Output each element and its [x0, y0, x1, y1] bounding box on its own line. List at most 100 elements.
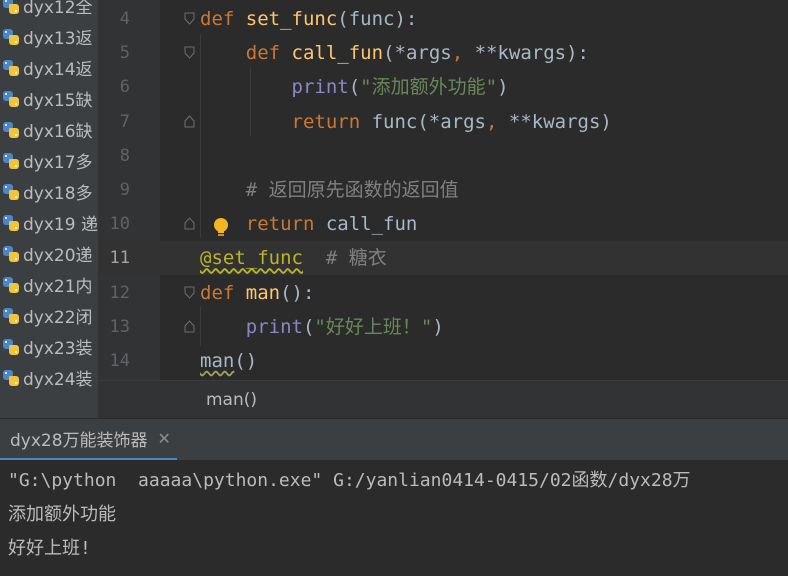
python-file-icon: [2, 121, 20, 139]
code-line[interactable]: 4 def set_func(func):: [98, 2, 788, 36]
code-line[interactable]: 5 def call_fun(*args, **kwargs):: [98, 36, 788, 70]
python-file-icon: [2, 338, 20, 356]
line-number: 13: [109, 316, 130, 337]
code-editor[interactable]: 4 def set_func(func): 5 def call_fun(*args…: [98, 0, 788, 380]
code-line[interactable]: 10 return call_fun: [98, 207, 788, 241]
tree-item-label: dyx21内: [23, 277, 93, 297]
tree-item[interactable]: dyx20递: [0, 238, 98, 269]
code-line[interactable]: 12 def man():: [98, 276, 788, 310]
code-token: ,: [486, 110, 509, 133]
project-tree: dyx12全 dyx13返 dyx14返 dyx15缺 dyx16缺 dyx17多 dyx1…: [0, 0, 98, 418]
line-number: 14: [109, 351, 130, 371]
line-number: 6: [119, 77, 130, 98]
tree-item[interactable]: dyx15缺: [0, 83, 98, 114]
breadcrumb-item[interactable]: man(): [206, 390, 257, 410]
fold-marker-icon[interactable]: [184, 114, 195, 128]
tree-item-label: dyx13返: [23, 29, 93, 49]
python-file-icon: [2, 245, 20, 263]
tree-item-label: dyx15缺: [23, 91, 93, 111]
code-token: func(*args: [360, 110, 486, 133]
code-token: "好好上班！": [314, 315, 433, 338]
fold-marker-icon[interactable]: [184, 217, 195, 230]
code-token: @set_func: [200, 247, 303, 270]
line-number: 10: [109, 214, 130, 235]
tree-item[interactable]: dyx22闭: [0, 300, 98, 331]
code-token: ): [432, 315, 444, 338]
tree-item-label: dyx17多: [23, 153, 93, 173]
code-line[interactable]: 13 print("好好上班！"): [98, 310, 788, 344]
line-number: 11: [109, 248, 130, 269]
tree-item[interactable]: dyx23装: [0, 331, 98, 362]
code-token: return: [291, 110, 361, 133]
code-token: **kwargs):: [474, 42, 589, 65]
code-token: return: [245, 213, 315, 236]
fold-marker-icon[interactable]: [184, 286, 195, 299]
tree-item-label: dyx23装: [23, 339, 93, 359]
code-token: ): [497, 76, 509, 99]
run-tab-label: dyx28万能装饰器: [10, 431, 148, 451]
code-text: man(): [200, 344, 257, 378]
code-token: "添加额外功能": [360, 76, 498, 99]
code-line[interactable]: 8: [98, 139, 788, 173]
code-token: # 返回原先函数的返回值: [245, 179, 459, 201]
close-icon[interactable]: ✕: [158, 429, 171, 448]
code-text: # 返回原先函数的返回值: [200, 173, 459, 207]
code-token: def: [200, 8, 235, 30]
code-token: **kwargs): [508, 110, 612, 133]
code-token: (: [348, 76, 361, 99]
tree-item[interactable]: dyx21内: [0, 269, 98, 300]
code-token: call_fun: [314, 213, 418, 236]
tree-item-label: dyx19 递: [23, 215, 98, 235]
python-file-icon: [2, 307, 20, 325]
python-file-icon: [2, 90, 20, 108]
line-number: 7: [119, 111, 130, 132]
tree-item[interactable]: dyx13返: [0, 21, 98, 52]
python-file-icon: [2, 0, 20, 15]
code-line[interactable]: 11 @set_func # 糖衣: [98, 241, 788, 276]
run-console[interactable]: "G:\python aaaaa\python.exe" G:/yanlian0…: [0, 460, 788, 576]
code-text: def set_func(func):: [200, 2, 417, 36]
code-token: def: [245, 42, 281, 65]
code-line[interactable]: 7 return func(*args, **kwargs): [98, 105, 788, 139]
python-file-icon: [2, 59, 20, 77]
code-token: man: [200, 350, 235, 372]
line-number: 8: [119, 145, 130, 166]
tree-item-label: dyx22闭: [23, 308, 93, 328]
code-text: @set_func # 糖衣: [200, 241, 387, 275]
fold-marker-icon[interactable]: [184, 320, 195, 333]
tree-item[interactable]: dyx19 递: [0, 207, 98, 238]
code-token: (): [234, 350, 258, 372]
fold-marker-icon[interactable]: [184, 12, 195, 25]
line-number: 9: [119, 180, 130, 200]
code-token: ():: [280, 281, 315, 304]
tree-item[interactable]: dyx18多: [0, 176, 98, 207]
code-text: return func(*args, **kwargs): [200, 105, 612, 139]
tree-item[interactable]: dyx16缺: [0, 114, 98, 145]
line-number: 5: [119, 43, 130, 64]
tree-item[interactable]: dyx17多: [0, 145, 98, 176]
tree-item[interactable]: dyx12全: [0, 0, 98, 21]
python-file-icon: [2, 276, 20, 294]
tree-item[interactable]: dyx14返: [0, 52, 98, 83]
tree-item[interactable]: dyx24装: [0, 362, 98, 393]
code-line[interactable]: 6 print("添加额外功能"): [98, 70, 788, 104]
line-number: 12: [109, 282, 130, 303]
python-file-icon: [2, 183, 20, 201]
fold-marker-icon[interactable]: [184, 46, 195, 59]
python-file-icon: [2, 28, 20, 46]
code-token: call_fun: [291, 42, 384, 65]
line-number: 4: [119, 9, 130, 29]
code-line[interactable]: 9 # 返回原先函数的返回值: [98, 173, 788, 207]
code-line[interactable]: 14 man(): [98, 344, 788, 378]
code-token: (: [302, 315, 315, 338]
run-tab[interactable]: dyx28万能装饰器 ✕: [0, 419, 177, 461]
breadcrumb[interactable]: man(): [98, 380, 788, 419]
code-token: # 糖衣: [325, 247, 387, 270]
intention-bulb-icon[interactable]: [212, 217, 230, 239]
code-text: print("好好上班！"): [200, 310, 444, 344]
tree-item-label: dyx16缺: [23, 122, 93, 142]
